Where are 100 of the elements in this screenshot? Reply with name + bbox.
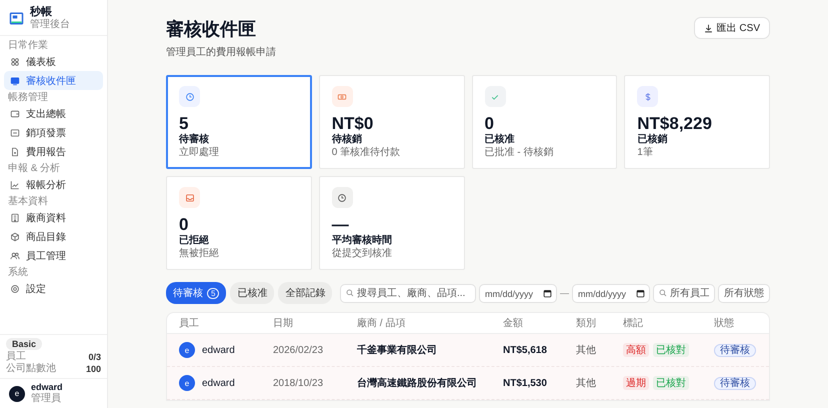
clock-icon [332,187,353,208]
plan-label: 員工 [6,351,26,363]
box-icon [10,232,20,242]
stat-note: 立即處理 [179,147,220,159]
stat-value: — [332,216,350,234]
column-header: 標記 [623,316,644,330]
chart-icon [10,180,20,190]
sidebar-item[interactable]: 報帳分析 [4,175,103,194]
stat-label: 待核銷 [332,134,363,146]
page-subtitle: 管理員工的費用報帳申請 [166,46,276,59]
wallet-icon [10,108,20,118]
nav-section-title: 系統 [7,266,29,279]
plan-value: 0/3 [88,351,101,363]
stat-label: 已核銷 [637,134,668,146]
stat-value: NT$0 [332,115,374,133]
employee-name: edward [202,344,235,356]
stat-card[interactable]: 0 已拒絕 無被拒絕 [166,176,312,270]
search-icon [659,289,667,297]
building-icon [10,212,20,222]
users-icon [10,250,20,260]
employee-name: edward [202,378,235,388]
nav-section-title: 日常作業 [7,38,49,52]
amount-cell: NT$1,530 [503,378,547,388]
tag: 過期 [623,376,649,390]
stat-label: 平均審核時間 [332,235,393,247]
calendar-icon [543,288,552,298]
employee-avatar: e [179,342,195,358]
tag: 已核對 [653,376,689,390]
vendor-cell: 台灣高速鐵路股份有限公司 [357,378,477,389]
dollar-icon [637,86,658,107]
stat-note: 已批准 - 待核銷 [484,147,554,159]
table-row[interactable]: e edward 2018/10/23 台灣高速鐵路股份有限公司 NT$1,530 其他 過期 已核對 待審核 [167,367,769,400]
file-icon [10,146,20,156]
table-row[interactable]: e edward 2026/02/23 千釜事業有限公司 NT$5,618 其他 高額 已核對 待審核 [167,334,769,367]
stat-card[interactable]: 0 已核准 已批准 - 待核銷 [472,75,618,169]
sidebar-item[interactable]: 銷項發票 [4,123,103,142]
tray-icon [179,187,200,208]
sidebar-item[interactable]: 員工管理 [4,246,103,265]
vendor-cell: 千釜事業有限公司 [357,345,437,356]
brand-name: 秒帳 [30,6,53,19]
date-field[interactable]: mm/dd/yyyy [572,284,650,303]
stat-card[interactable]: NT$8,229 已核銷 1筆 [624,75,770,169]
stat-card[interactable]: — 平均審核時間 從提交到核准 [318,176,464,270]
status-filter[interactable]: 所有狀態 [718,284,770,302]
sidebar-item[interactable]: 審核收件匣 [4,71,103,90]
download-icon [704,24,713,32]
gear-icon [10,284,20,294]
cash-icon [332,86,353,107]
stat-label: 已拒絕 [179,235,210,247]
user-role: 管理員 [31,393,62,405]
filter-tab[interactable]: 全部記錄 [278,282,332,304]
date-field[interactable]: mm/dd/yyyy [479,284,557,303]
sidebar-item[interactable]: 儀表板 [4,52,103,71]
column-header: 金額 [503,316,524,330]
date-cell: 2018/10/23 [273,378,324,388]
stat-value: NT$8,229 [637,115,713,133]
sidebar-item[interactable]: 設定 [4,279,103,298]
logo-icon [9,11,24,26]
sidebar-item[interactable]: 商品目錄 [4,227,103,246]
column-header: 狀態 [714,316,735,330]
status-badge: 待審核 [714,377,756,390]
column-header: 日期 [273,316,294,330]
user-avatar[interactable]: e [9,386,25,402]
column-header: 類別 [576,316,597,330]
search-icon [346,289,354,297]
stat-label: 待審核 [179,134,210,146]
plan-badge: Basic [6,338,42,350]
stat-value: 5 [179,115,188,133]
sidebar-item[interactable]: 支出總帳 [4,104,103,123]
stat-card[interactable]: NT$0 待核銷 0 筆核准待付款 [318,75,464,169]
category-cell: 其他 [576,345,596,356]
date-cell: 2026/02/23 [273,344,324,356]
count-badge: 5 [207,288,220,298]
stat-note: 0 筆核准待付款 [332,147,402,159]
stat-note: 從提交到核准 [332,248,393,260]
plan-value: 100 [86,363,101,375]
stat-card[interactable]: 5 待審核 立即處理 [166,75,312,169]
tag: 已核對 [653,343,689,357]
filter-tab[interactable]: 待審核 5 [166,282,226,304]
employee-avatar: e [179,375,195,391]
stat-label: 已核准 [484,134,516,146]
stat-value: 0 [179,216,190,234]
column-header: 廠商 / 品項 [357,316,406,330]
nav-section-title: 帳務管理 [7,91,49,104]
filter-tab[interactable]: 已核准 [230,282,274,304]
amount-cell: NT$5,618 [503,344,547,356]
column-header: 員工 [179,317,200,330]
stat-note: 1筆 [637,147,654,159]
grid-icon [10,56,20,66]
tag: 高額 [623,343,649,357]
check-icon [484,86,506,107]
user-name: edward [31,382,63,393]
plan-label: 公司點數池 [6,363,56,375]
sidebar-item[interactable]: 費用報告 [4,142,103,161]
page-title: 審核收件匣 [166,18,257,41]
status-badge: 待審核 [714,344,756,357]
stat-note: 無被拒絕 [179,248,220,260]
export-csv-button[interactable]: 匯出 CSV [694,17,770,39]
date-separator: — [560,288,569,298]
sidebar-item[interactable]: 廠商資料 [4,208,103,227]
